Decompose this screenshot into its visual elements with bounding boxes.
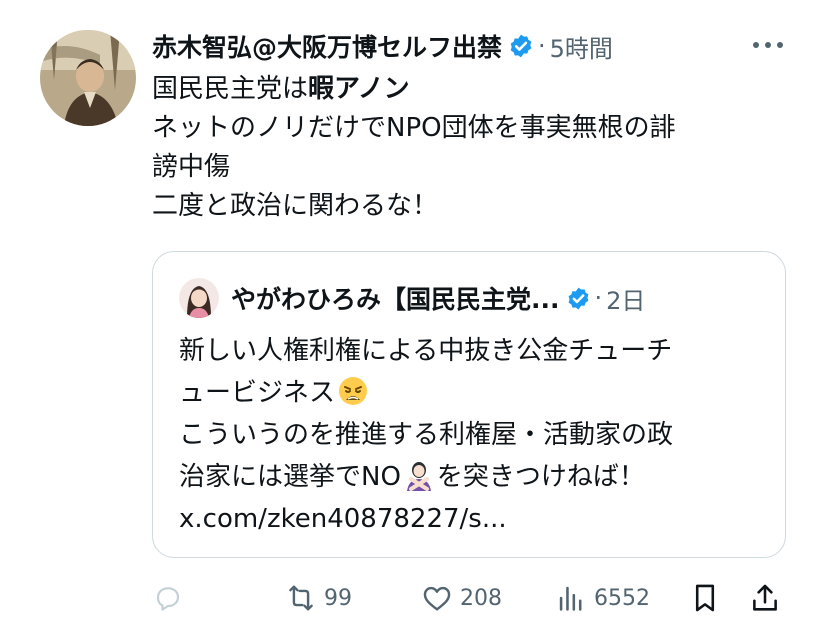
quoted-author-avatar[interactable] xyxy=(179,278,219,318)
views-button[interactable]: 6552 xyxy=(554,578,650,618)
post-time[interactable]: 5時間 xyxy=(550,29,613,64)
like-count: 208 xyxy=(460,585,502,611)
tweet-line: ネットのノリだけでNPO団体を事実無根の誹 xyxy=(152,113,676,143)
reply-icon xyxy=(156,587,180,611)
share-icon xyxy=(753,584,777,611)
author-avatar[interactable] xyxy=(40,30,136,126)
quoted-line: 新しい人権利権による中抜き公金チューチ xyxy=(179,336,673,366)
quoted-author-name[interactable]: やがわひろみ【国民民主党... xyxy=(231,280,560,316)
weary-face-emoji-icon xyxy=(339,377,368,405)
quoted-line: 治家には選挙でNO を突きつけねば！ xyxy=(179,456,769,498)
verified-badge-icon xyxy=(568,287,588,309)
bookmark-icon xyxy=(695,584,715,612)
share-button[interactable] xyxy=(748,578,782,618)
bold-text: 暇アノン xyxy=(308,74,410,104)
author-name[interactable]: 赤木智弘@大阪万博セルフ出禁 xyxy=(152,28,502,64)
more-options-icon[interactable] xyxy=(748,30,788,60)
views-count: 6552 xyxy=(594,585,650,611)
tweet-line: 国民民主党は暇アノン xyxy=(152,74,410,104)
time-separator: · xyxy=(538,32,546,60)
quoted-line: ュービジネス xyxy=(179,372,769,414)
retweet-button[interactable]: 99 xyxy=(284,578,352,618)
views-icon xyxy=(559,586,582,611)
verified-badge-icon xyxy=(510,34,532,58)
quoted-link[interactable]: x.com/zken40878227/s... xyxy=(179,498,769,540)
person-gesturing-no-emoji-icon xyxy=(406,462,431,491)
quoted-post-time[interactable]: 2日 xyxy=(606,281,645,316)
quoted-header: やがわひろみ【国民民主党... · 2日 xyxy=(179,278,765,318)
reply-button[interactable] xyxy=(152,578,190,618)
retweet-count: 99 xyxy=(324,585,352,611)
tweet-line: 謗中傷 xyxy=(152,152,231,182)
quoted-text: 新しい人権利権による中抜き公金チューチ ュービジネス こういうのを推進する利権屋… xyxy=(179,330,769,540)
heart-icon xyxy=(423,586,451,611)
tweet-text: 国民民主党は暇アノン ネットのノリだけでNPO団体を事実無根の誹 謗中傷 二度と… xyxy=(152,70,792,226)
tweet-line: 二度と政治に関わるな！ xyxy=(152,191,439,221)
quoted-tweet[interactable]: やがわひろみ【国民民主党... · 2日 新しい人権利権による中抜き公金チューチ… xyxy=(152,251,786,558)
like-button[interactable]: 208 xyxy=(420,578,502,618)
bookmark-button[interactable] xyxy=(688,578,722,618)
quoted-line: こういうのを推進する利権屋・活動家の政 xyxy=(179,420,674,450)
tweet-header: 赤木智弘@大阪万博セルフ出禁 · 5時間 xyxy=(152,26,788,66)
action-bar: 99 208 6552 xyxy=(152,578,786,618)
time-separator: · xyxy=(594,284,603,312)
retweet-icon xyxy=(289,585,313,611)
